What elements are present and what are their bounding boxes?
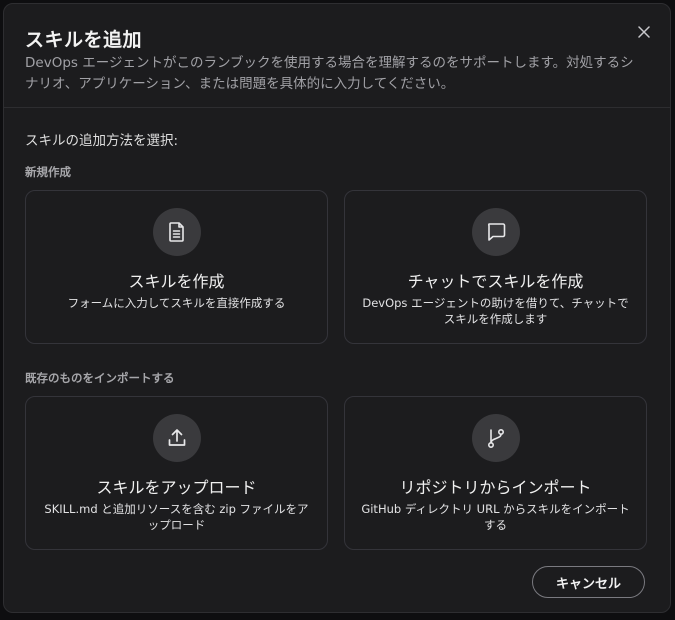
document-icon: [168, 222, 184, 242]
icon-circle: [471, 208, 520, 256]
chat-create-skill-card[interactable]: チャットでスキルを作成 DevOps エージェントの助けを借りて、チャットでスキ…: [344, 190, 647, 344]
close-icon: [638, 26, 650, 38]
card-description: GitHub ディレクトリ URL からスキルをインポートする: [361, 502, 630, 532]
card-title: リポジトリからインポート: [399, 478, 592, 497]
section-label-create-new: 新規作成: [25, 165, 71, 179]
git-branch-icon: [487, 428, 504, 449]
add-skill-dialog: スキルを追加 DevOps エージェントがこのランブックを使用する場合を理解する…: [3, 3, 671, 613]
icon-circle: [152, 208, 201, 256]
chat-icon: [487, 223, 505, 241]
card-description: SKILL.md と追加リソースを含む zip ファイルをアップロード: [44, 502, 309, 532]
icon-circle: [152, 414, 201, 462]
card-description: フォームに入力してスキルを直接作成する: [67, 296, 286, 310]
upload-icon: [168, 429, 185, 446]
dialog-description: DevOps エージェントがこのランブックを使用する場合を理解するのをサポートし…: [25, 55, 634, 92]
upload-skill-card[interactable]: スキルをアップロード SKILL.md と追加リソースを含む zip ファイルを…: [25, 396, 328, 550]
dialog-title: スキルを追加: [25, 29, 143, 51]
cancel-button[interactable]: キャンセル: [532, 566, 645, 598]
card-title: スキルを作成: [128, 272, 225, 291]
close-button[interactable]: [634, 22, 654, 42]
card-title: チャットでスキルを作成: [407, 272, 584, 291]
dialog-header: スキルを追加 DevOps エージェントがこのランブックを使用する場合を理解する…: [4, 4, 670, 108]
icon-circle: [471, 414, 520, 462]
section-label-import-existing: 既存のものをインポートする: [25, 371, 175, 385]
import-from-repository-card[interactable]: リポジトリからインポート GitHub ディレクトリ URL からスキルをインポ…: [344, 396, 647, 550]
create-skill-card[interactable]: スキルを作成 フォームに入力してスキルを直接作成する: [25, 190, 328, 344]
method-prompt: スキルの追加方法を選択:: [25, 133, 179, 149]
card-description: DevOps エージェントの助けを借りて、チャットでスキルを作成します: [362, 296, 629, 326]
card-title: スキルをアップロード: [96, 478, 257, 497]
